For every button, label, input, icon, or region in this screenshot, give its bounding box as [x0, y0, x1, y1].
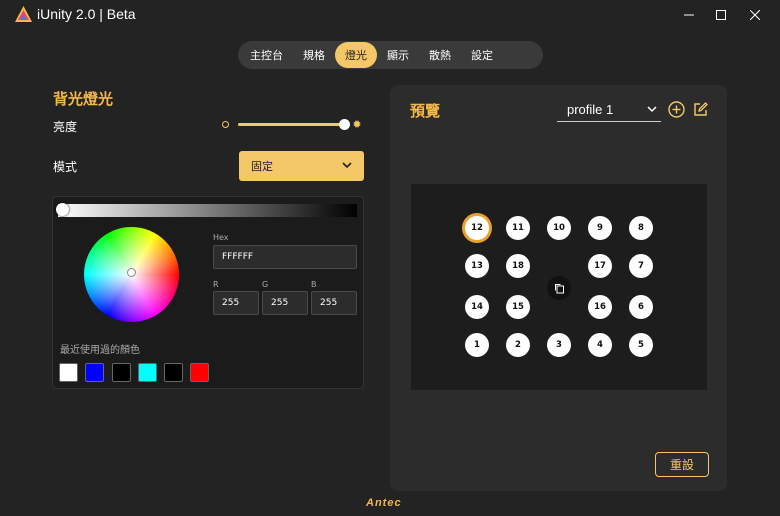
- backlight-title: 背光燈光: [53, 90, 114, 108]
- maximize-button[interactable]: [710, 5, 732, 25]
- brightness-label: 亮度: [53, 120, 78, 134]
- hex-input[interactable]: FFFFFF: [213, 245, 357, 269]
- fan-6[interactable]: 6: [629, 295, 653, 319]
- brightness-slider[interactable]: [238, 123, 346, 126]
- tab-lighting[interactable]: 燈光: [335, 42, 377, 68]
- fan-1[interactable]: 1: [465, 333, 489, 357]
- hex-label: Hex: [213, 233, 229, 242]
- tab-label: 顯示: [387, 49, 409, 62]
- tab-label: 燈光: [345, 49, 367, 62]
- tab-cooling[interactable]: 散熱: [419, 42, 461, 68]
- mode-value: 固定: [251, 160, 273, 173]
- title-bar: iUnity 2.0 | Beta: [0, 0, 780, 30]
- add-profile-icon[interactable]: [668, 101, 685, 118]
- recent-color-swatch[interactable]: [138, 363, 157, 382]
- hex-value: FFFFFF: [222, 252, 254, 262]
- minimize-button[interactable]: [678, 5, 700, 25]
- g-input[interactable]: 255: [262, 291, 308, 315]
- antec-logo: Antec: [366, 497, 402, 509]
- profile-dropdown[interactable]: profile 1: [557, 98, 661, 122]
- fan-16[interactable]: 16: [588, 295, 612, 319]
- iunity-logo-icon: [15, 6, 32, 22]
- fan-5[interactable]: 5: [629, 333, 653, 357]
- fan-15[interactable]: 15: [506, 295, 530, 319]
- color-wheel-selector[interactable]: [127, 268, 136, 277]
- fan-11[interactable]: 11: [506, 216, 530, 240]
- fan-4[interactable]: 4: [588, 333, 612, 357]
- window-title: iUnity 2.0 | Beta: [37, 6, 136, 22]
- sun-icon: ✹: [352, 118, 362, 131]
- tab-dashboard[interactable]: 主控台: [240, 42, 293, 68]
- close-button[interactable]: [744, 5, 766, 25]
- tab-display[interactable]: 顯示: [377, 42, 419, 68]
- tab-label: 主控台: [250, 49, 283, 62]
- fan-18[interactable]: 18: [506, 254, 530, 278]
- r-value: 255: [222, 298, 240, 308]
- mode-dropdown[interactable]: 固定: [239, 151, 364, 181]
- fan-9[interactable]: 9: [588, 216, 612, 240]
- fan-2[interactable]: 2: [506, 333, 530, 357]
- profile-value: profile 1: [567, 102, 614, 117]
- main-tabs: 主控台 規格 燈光 顯示 散熱 設定: [238, 41, 543, 69]
- tab-label: 規格: [303, 49, 325, 62]
- recent-colors-label: 最近使用過的顏色: [60, 345, 140, 356]
- gradient-thumb[interactable]: [56, 203, 69, 216]
- chevron-down-icon: [342, 162, 352, 169]
- chevron-down-icon: [647, 106, 657, 113]
- fan-17[interactable]: 17: [588, 254, 612, 278]
- fan-8[interactable]: 8: [629, 216, 653, 240]
- fan-3[interactable]: 3: [547, 333, 571, 357]
- fan-7[interactable]: 7: [629, 254, 653, 278]
- minimize-icon: [684, 14, 694, 16]
- tab-specs[interactable]: 規格: [293, 42, 335, 68]
- reset-button[interactable]: 重設: [655, 452, 709, 477]
- r-label: R: [213, 280, 219, 289]
- edit-profile-icon[interactable]: [692, 101, 709, 118]
- mode-label: 模式: [53, 160, 78, 174]
- close-icon: [750, 10, 760, 20]
- r-input[interactable]: 255: [213, 291, 259, 315]
- copy-icon: [554, 283, 564, 293]
- b-value: 255: [320, 298, 338, 308]
- preview-title: 預覽: [410, 102, 441, 120]
- fan-14[interactable]: 14: [465, 295, 489, 319]
- tab-settings[interactable]: 設定: [461, 42, 503, 68]
- tab-label: 設定: [471, 49, 493, 62]
- fan-12[interactable]: 12: [465, 216, 489, 240]
- b-input[interactable]: 255: [311, 291, 357, 315]
- recent-color-swatch[interactable]: [112, 363, 131, 382]
- fan-13[interactable]: 13: [465, 254, 489, 278]
- g-label: G: [262, 280, 269, 289]
- g-value: 255: [271, 298, 289, 308]
- recent-color-swatch[interactable]: [190, 363, 209, 382]
- brightness-gradient-bar[interactable]: [58, 204, 357, 217]
- recent-color-swatch[interactable]: [85, 363, 104, 382]
- copy-icon-button[interactable]: [547, 276, 571, 300]
- reset-label: 重設: [669, 458, 694, 472]
- recent-color-swatch[interactable]: [164, 363, 183, 382]
- b-label: B: [311, 280, 317, 289]
- brightness-low-icon: [222, 121, 229, 128]
- recent-color-swatch[interactable]: [59, 363, 78, 382]
- tab-label: 散熱: [429, 49, 451, 62]
- maximize-icon: [716, 10, 726, 20]
- fan-10[interactable]: 10: [547, 216, 571, 240]
- brightness-slider-thumb[interactable]: [339, 119, 350, 130]
